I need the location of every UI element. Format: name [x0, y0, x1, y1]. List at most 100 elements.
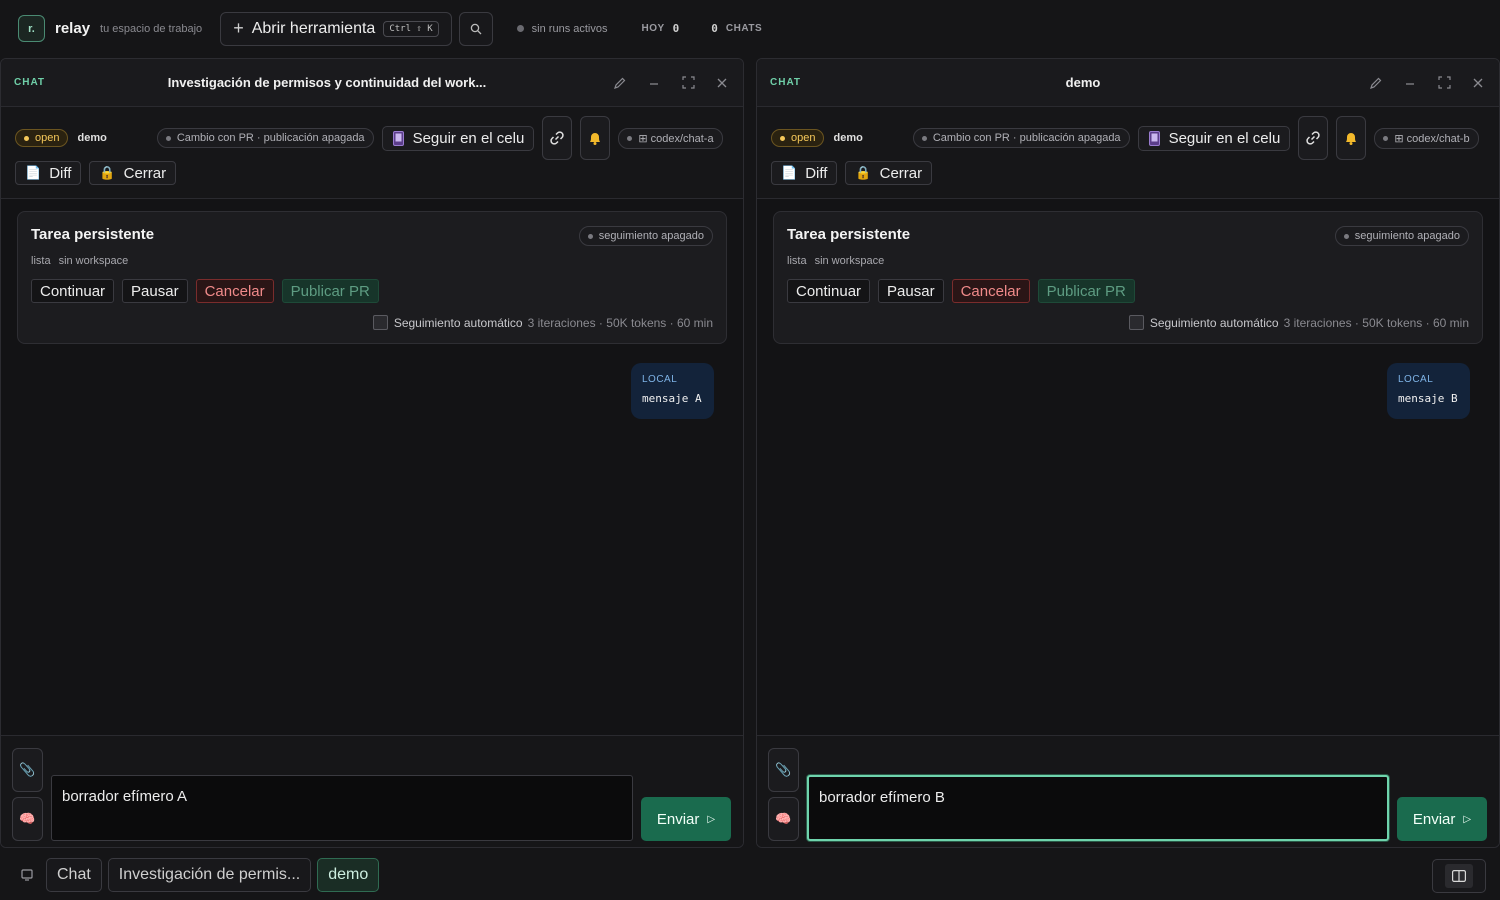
close-icon[interactable] — [1470, 75, 1486, 91]
message-input[interactable]: borrador efímero B — [807, 775, 1389, 841]
workspace-label: demo — [833, 132, 863, 144]
task-status-pill: seguimiento apagado — [578, 226, 713, 246]
diff-button[interactable]: 📄 Diff — [15, 161, 82, 185]
send-icon: ▷ — [1463, 813, 1472, 825]
panel-header: CHAT Investigación de permisos y continu… — [1, 59, 743, 107]
close-chat-button[interactable]: 🔒 Cerrar — [89, 161, 177, 185]
bell-icon — [590, 133, 601, 145]
tab-demo[interactable]: demo — [317, 858, 380, 892]
pencil-icon[interactable] — [1368, 75, 1384, 91]
workspace-label: demo — [77, 132, 107, 144]
message-input[interactable]: borrador efímero A — [51, 775, 633, 841]
message-text: mensaje A — [642, 392, 702, 405]
open-tool-button[interactable]: + Abrir herramienta Ctrl ⇧ K — [220, 11, 452, 46]
minimize-icon[interactable] — [1402, 75, 1418, 91]
message-text: mensaje B — [1398, 392, 1458, 405]
status-badge: open — [771, 129, 825, 147]
follow-phone-button[interactable]: Seguir en el celu — [1137, 125, 1291, 151]
link-button[interactable] — [1298, 116, 1329, 160]
task-status-pill: seguimiento apagado — [1334, 226, 1469, 246]
panel-title: demo — [1065, 75, 1101, 90]
close-chat-button[interactable]: 🔒 Cerrar — [845, 161, 933, 185]
task-state: lista — [787, 255, 807, 267]
auto-follow-label: Seguimiento automático — [393, 315, 523, 330]
send-button[interactable]: Enviar ▷ — [641, 797, 731, 841]
pause-button[interactable]: Pausar — [878, 279, 944, 303]
chats-count: 0 — [711, 22, 718, 35]
brain-button[interactable]: 🧠 — [768, 797, 799, 841]
minimize-icon[interactable] — [646, 75, 662, 91]
paperclip-icon: 📎 — [19, 762, 36, 777]
open-tool-label: Abrir herramienta — [251, 19, 376, 37]
task-actions: Continuar Pausar Cancelar Publicar PR — [31, 279, 713, 303]
today-count: 0 — [672, 22, 680, 35]
task-subtitle: lista sin workspace — [787, 255, 1469, 267]
auto-follow: Seguimiento automático 3 iteraciones · 5… — [1128, 315, 1469, 330]
cancel-button[interactable]: Cancelar — [195, 279, 274, 303]
chat-icon — [21, 869, 33, 881]
bottom-bar: Chat Investigación de permis... demo — [0, 850, 1500, 900]
chats-label: CHATS — [725, 23, 763, 34]
link-icon — [1306, 131, 1320, 145]
lock-icon: 🔒 — [99, 165, 116, 180]
lock-icon: 🔒 — [855, 165, 872, 180]
auto-follow-checkbox[interactable] — [372, 315, 388, 330]
split-layout-button[interactable] — [1432, 859, 1486, 893]
follow-phone-button[interactable]: Seguir en el celu — [381, 125, 535, 151]
top-bar: r. relay tu espacio de trabajo + Abrir h… — [0, 0, 1500, 57]
file-icon: 📄 — [25, 165, 42, 180]
pause-button[interactable]: Pausar — [122, 279, 188, 303]
notifications-button[interactable] — [580, 116, 611, 160]
mode-pill[interactable]: Cambio con PR · publicación apagada — [156, 128, 374, 148]
panel-header: CHAT demo — [757, 59, 1499, 107]
task-workspace: sin workspace — [58, 255, 129, 267]
publish-pr-button[interactable]: Publicar PR — [281, 279, 379, 303]
runs-status: sin runs activos — [516, 23, 607, 35]
attach-button[interactable]: 📎 — [768, 748, 799, 792]
continue-button[interactable]: Continuar — [787, 279, 871, 303]
brain-button[interactable]: 🧠 — [12, 797, 43, 841]
tagline: tu espacio de trabajo — [100, 22, 203, 35]
publish-pr-button[interactable]: Publicar PR — [1037, 279, 1135, 303]
diff-button[interactable]: 📄 Diff — [771, 161, 838, 185]
mode-pill[interactable]: Cambio con PR · publicación apagada — [912, 128, 1130, 148]
task-workspace: sin workspace — [814, 255, 885, 267]
link-button[interactable] — [542, 116, 573, 160]
send-button[interactable]: Enviar ▷ — [1397, 797, 1487, 841]
composer: 📎 🧠 borrador efímero A Enviar ▷ — [1, 735, 743, 847]
auto-follow-limits: 3 iteraciones · 50K tokens · 60 min — [527, 315, 713, 330]
tab-chat[interactable]: Chat — [46, 858, 102, 892]
expand-icon[interactable] — [680, 75, 696, 91]
attach-button[interactable]: 📎 — [12, 748, 43, 792]
message-bubble: LOCAL mensaje A — [631, 363, 714, 419]
task-actions: Continuar Pausar Cancelar Publicar PR — [787, 279, 1469, 303]
paperclip-icon: 📎 — [775, 762, 792, 777]
brain-icon: 🧠 — [775, 811, 792, 826]
auto-follow: Seguimiento automático 3 iteraciones · 5… — [372, 315, 713, 330]
chat-meta: open demo Cambio con PR · publicación ap… — [757, 107, 1499, 199]
branch-pill: ⊞ codex/chat-a — [618, 127, 723, 149]
link-icon — [550, 131, 564, 145]
search-icon — [470, 23, 482, 34]
bell-icon — [1346, 133, 1357, 145]
send-icon: ▷ — [707, 813, 716, 825]
tab-investigacion[interactable]: Investigación de permis... — [107, 858, 312, 892]
close-icon[interactable] — [714, 75, 730, 91]
continue-button[interactable]: Continuar — [31, 279, 115, 303]
today-stat: HOY 0 — [641, 22, 679, 35]
expand-icon[interactable] — [1436, 75, 1452, 91]
pencil-icon[interactable] — [612, 75, 628, 91]
file-icon: 📄 — [781, 165, 798, 180]
auto-follow-label: Seguimiento automático — [1149, 315, 1279, 330]
status-dot — [516, 25, 524, 32]
panel-kind: CHAT — [14, 77, 46, 88]
search-button[interactable] — [458, 11, 493, 46]
persistent-task-card: Tarea persistente seguimiento apagado li… — [773, 211, 1483, 344]
phone-icon — [392, 130, 404, 146]
shortcut-hint: Ctrl ⇧ K — [383, 20, 439, 37]
message-bubble: LOCAL mensaje B — [1387, 363, 1470, 419]
auto-follow-checkbox[interactable] — [1128, 315, 1144, 330]
chats-stat: 0 CHATS — [711, 22, 762, 35]
notifications-button[interactable] — [1336, 116, 1367, 160]
cancel-button[interactable]: Cancelar — [951, 279, 1030, 303]
